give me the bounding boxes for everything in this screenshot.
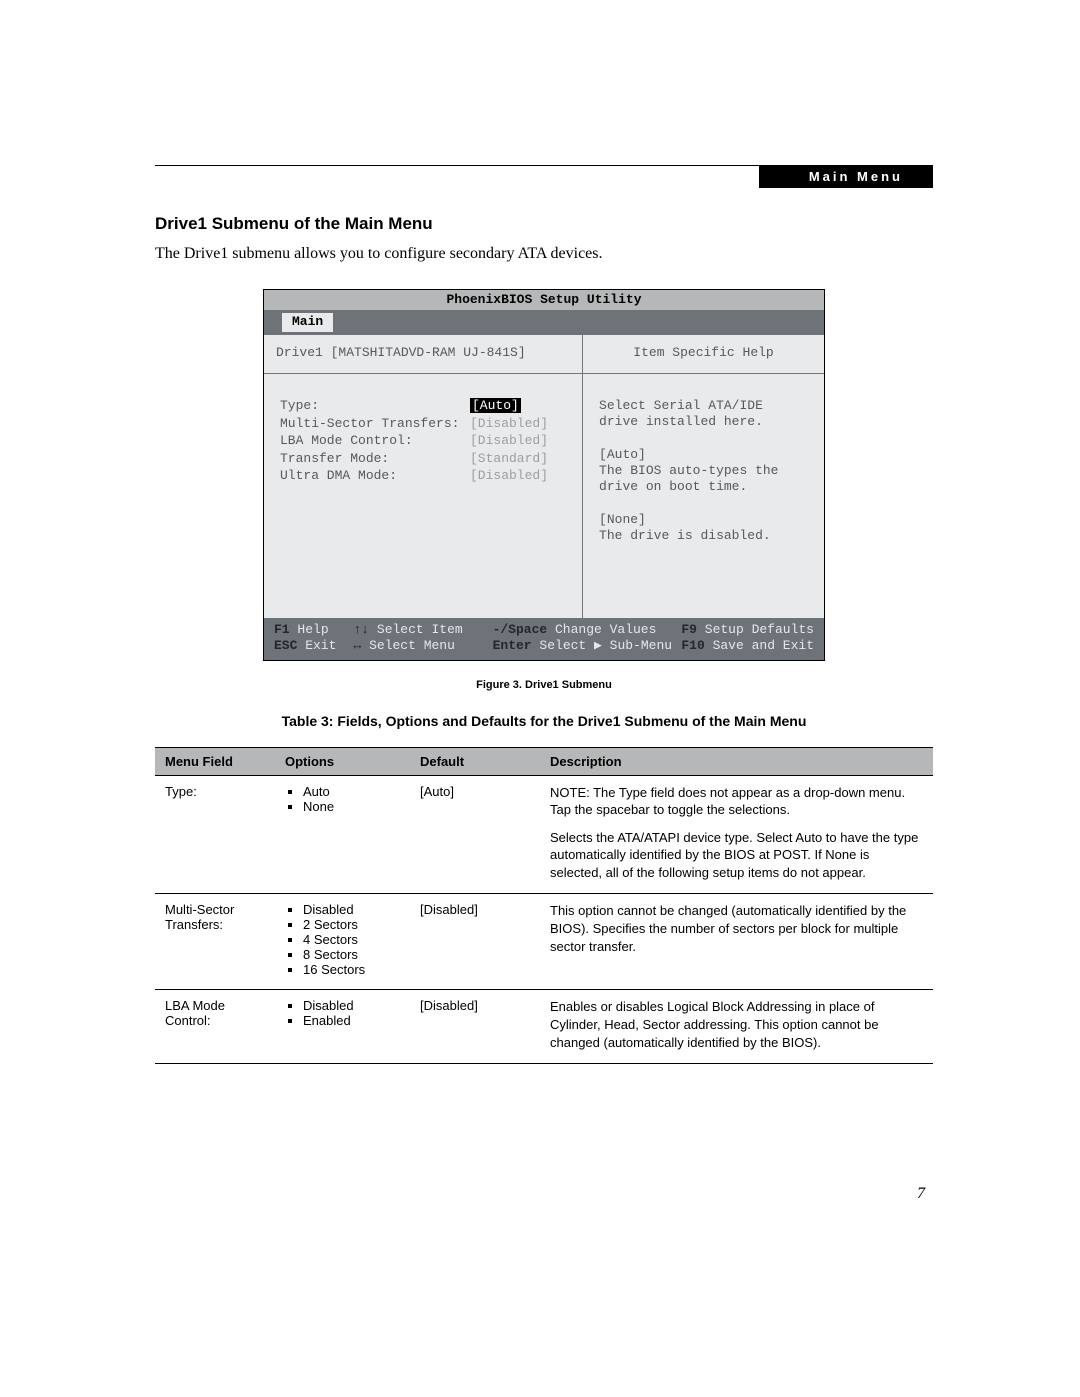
cell-default: [Disabled] [410,894,540,990]
bios-field-value: [Disabled] [470,433,548,449]
section-title: Drive1 Submenu of the Main Menu [155,214,933,234]
option-item: 2 Sectors [303,917,400,932]
bios-field-row: Multi-Sector Transfers:[Disabled] [280,416,566,432]
table-header: Options [275,747,410,775]
cell-menu-field: LBA Mode Control: [155,990,275,1064]
bios-field-row: Ultra DMA Mode:[Disabled] [280,468,566,484]
figure-caption: Figure 3. Drive1 Submenu [155,679,933,691]
bios-title: PhoenixBIOS Setup Utility [264,290,824,310]
option-item: None [303,799,400,814]
option-item: 16 Sectors [303,962,400,977]
table-caption: Table 3: Fields, Options and Defaults fo… [155,713,933,729]
table-row: Type:AutoNone[Auto]NOTE: The Type field … [155,775,933,894]
bios-field-value: [Auto] [470,398,521,414]
bios-footer-cell: ESC Exit [274,638,353,654]
bios-help-line: drive on boot time. [599,479,808,495]
option-item: Disabled [303,998,400,1013]
fields-table: Menu FieldOptionsDefaultDescription Type… [155,747,933,1064]
bios-field-row: LBA Mode Control:[Disabled] [280,433,566,449]
bios-help-line: drive installed here. [599,414,808,430]
bios-footer: F1 Help↑↓ Select Item-/Space Change Valu… [264,618,824,660]
option-item: 8 Sectors [303,947,400,962]
bios-field-value: [Disabled] [470,416,548,432]
table-header: Default [410,747,540,775]
option-item: 4 Sectors [303,932,400,947]
cell-options: AutoNone [275,775,410,894]
bios-screenshot: PhoenixBIOS Setup Utility Main Drive1 [M… [263,289,825,661]
table-row: Multi-Sector Transfers:Disabled2 Sectors… [155,894,933,990]
bios-help-line [599,495,808,511]
header-rule: Main Menu [155,165,933,166]
bios-footer-cell: Enter Select ▶ Sub-Menu [493,638,682,654]
option-item: Auto [303,784,400,799]
bios-left-header: Drive1 [MATSHITADVD-RAM UJ-841S] [264,335,582,374]
cell-description: NOTE: The Type field does not appear as … [540,775,933,894]
bios-field-label: Transfer Mode: [280,451,470,467]
cell-options: DisabledEnabled [275,990,410,1064]
bios-field-label: Ultra DMA Mode: [280,468,470,484]
bios-field-label: Type: [280,398,470,414]
bios-footer-cell: ↑↓ Select Item [353,622,492,638]
bios-help-line: The drive is disabled. [599,528,808,544]
bios-menu-tab: Main [282,313,333,331]
bios-footer-cell: F9 Setup Defaults [681,622,814,638]
bios-menubar: Main [264,310,824,334]
option-item: Enabled [303,1013,400,1028]
page-number: 7 [917,1185,925,1203]
table-header: Menu Field [155,747,275,775]
table-row: LBA Mode Control:DisabledEnabled[Disable… [155,990,933,1064]
table-header: Description [540,747,933,775]
header-tab: Main Menu [759,165,933,188]
bios-field-row: Transfer Mode:[Standard] [280,451,566,467]
bios-help-line [599,430,808,446]
bios-help-line: [Auto] [599,447,808,463]
cell-description: Enables or disables Logical Block Addres… [540,990,933,1064]
cell-options: Disabled2 Sectors4 Sectors8 Sectors16 Se… [275,894,410,990]
bios-help-line: [None] [599,512,808,528]
bios-help-line: The BIOS auto-types the [599,463,808,479]
bios-field-value: [Standard] [470,451,548,467]
bios-footer-cell: F10 Save and Exit [681,638,814,654]
cell-description: This option cannot be changed (automatic… [540,894,933,990]
bios-field-row: Type:[Auto] [280,398,566,414]
cell-menu-field: Type: [155,775,275,894]
bios-footer-cell: F1 Help [274,622,353,638]
bios-right-header: Item Specific Help [583,335,824,374]
bios-field-label: Multi-Sector Transfers: [280,416,470,432]
cell-default: [Disabled] [410,990,540,1064]
bios-field-value: [Disabled] [470,468,548,484]
bios-field-label: LBA Mode Control: [280,433,470,449]
section-intro: The Drive1 submenu allows you to configu… [155,242,933,265]
cell-default: [Auto] [410,775,540,894]
bios-help-line: Select Serial ATA/IDE [599,398,808,414]
bios-footer-cell: -/Space Change Values [493,622,682,638]
cell-menu-field: Multi-Sector Transfers: [155,894,275,990]
option-item: Disabled [303,902,400,917]
bios-footer-cell: ↔ Select Menu [353,638,492,654]
